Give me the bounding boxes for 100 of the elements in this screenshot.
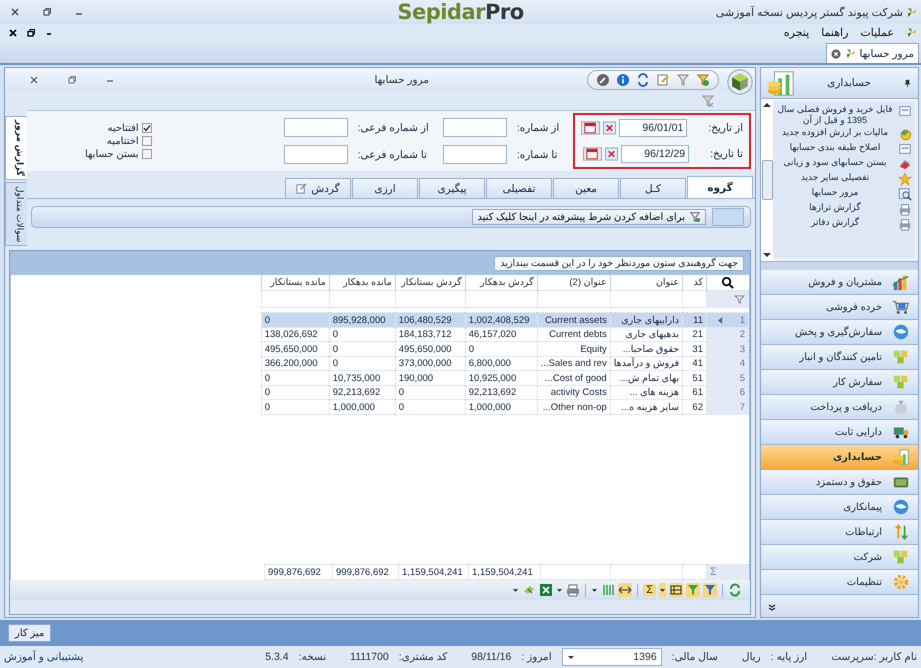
- calendar-icon[interactable]: [581, 121, 600, 135]
- year-dropdown[interactable]: 1396: [562, 648, 662, 666]
- add-filter-icon[interactable]: [696, 73, 710, 87]
- field-label: از شماره:: [516, 122, 560, 134]
- column-header[interactable]: عنوان (2): [537, 275, 610, 291]
- nav-button[interactable]: تامین کنندگان و انبار: [761, 345, 918, 370]
- nav-button[interactable]: تنظیمات: [761, 570, 918, 595]
- input-field[interactable]: [284, 145, 348, 164]
- table-cell: 0: [398, 402, 404, 413]
- sidebar-link[interactable]: تفصیلی سایر جدید: [776, 172, 912, 186]
- column-header[interactable]: عنوان: [610, 275, 682, 291]
- nav-button[interactable]: سفارش‌گیری و پخش: [761, 320, 918, 345]
- chevron-icon[interactable]: [767, 603, 777, 613]
- nav-button[interactable]: مشتریان و فروش: [761, 270, 918, 295]
- date-field[interactable]: 96/12/29: [621, 145, 690, 163]
- refresh-icon[interactable]: [728, 583, 742, 597]
- restore-icon[interactable]: [42, 7, 52, 17]
- input-field[interactable]: [442, 145, 507, 164]
- clear-icon[interactable]: [605, 147, 618, 161]
- restore-icon[interactable]: [26, 28, 36, 38]
- nav-button[interactable]: حسابداری: [761, 445, 918, 470]
- tab[interactable]: گردش: [285, 178, 351, 198]
- list-icon[interactable]: [669, 583, 683, 597]
- spreadsheet-icon[interactable]: [539, 583, 554, 597]
- sidebar-link[interactable]: گزارش دفاتر: [776, 217, 912, 231]
- close-icon[interactable]: [10, 7, 20, 17]
- checkbox-label: افتتاحیه: [108, 122, 139, 134]
- tab[interactable]: پیگیری: [419, 178, 485, 198]
- tab[interactable]: معین: [553, 178, 619, 198]
- clear-icon[interactable]: [603, 121, 616, 135]
- checkbox[interactable]: [142, 149, 152, 159]
- table-cell: 495,650,000: [398, 344, 452, 355]
- sidebar-link[interactable]: بستن حسابهای سود و زیانی: [776, 157, 912, 171]
- calendar-icon[interactable]: [583, 147, 602, 161]
- sidebar-link[interactable]: مرور حسابها: [776, 187, 912, 201]
- input-field[interactable]: [442, 118, 507, 137]
- export-icon[interactable]: [522, 583, 536, 597]
- nav-button[interactable]: خرده فروشی: [761, 295, 918, 320]
- scrollbar[interactable]: [761, 99, 773, 261]
- tab[interactable]: کـل: [620, 178, 686, 198]
- column-header[interactable]: مانده بدهکار: [329, 275, 396, 291]
- sidebar-link[interactable]: فایل خرید و فروش فصلی سال 1395 و قبل از آن: [776, 104, 912, 126]
- close-icon[interactable]: [8, 28, 18, 38]
- search-icon[interactable]: [721, 276, 734, 290]
- help-icon[interactable]: [616, 73, 630, 87]
- nav-button[interactable]: سفارش کار: [761, 370, 918, 395]
- sidebar-link[interactable]: اصلاح طبقه بندی حسابها: [776, 142, 912, 156]
- column-header[interactable]: گردش بدهکار: [465, 275, 538, 291]
- column-header[interactable]: مانده بستانکار: [261, 275, 330, 291]
- menu-item[interactable]: پنجره: [784, 26, 810, 39]
- tab[interactable]: تفصیلی: [486, 178, 552, 198]
- advanced-filter-button[interactable]: برای اضافه کردن شرط پیشرفته در اینجا کلیک کنید: [472, 209, 706, 225]
- up-arrow-icon[interactable]: [763, 102, 771, 108]
- wrench-icon[interactable]: [596, 73, 610, 87]
- filter-icon[interactable]: [703, 583, 717, 597]
- table-cell: 10,925,000: [468, 372, 516, 384]
- input-field[interactable]: [284, 118, 348, 137]
- sum-symbol: Σ: [710, 566, 717, 578]
- nav-button[interactable]: شرکت: [761, 545, 918, 570]
- tab[interactable]: ارزی: [352, 178, 418, 198]
- date-field[interactable]: 96/01/01: [619, 119, 688, 137]
- side-tab[interactable]: گزارش مرور: [5, 116, 27, 180]
- leaf-icon: [906, 6, 917, 18]
- checkbox[interactable]: [142, 136, 152, 146]
- checkbox[interactable]: [142, 123, 152, 133]
- table-cell: 895,928,000: [332, 314, 386, 326]
- caret-icon[interactable]: [659, 583, 666, 597]
- sync-icon[interactable]: [636, 73, 650, 87]
- cubes-icon: [892, 348, 910, 366]
- document-tab[interactable]: مرور حسابها: [826, 43, 919, 63]
- sidebar-link[interactable]: مالیات بر ارزش افزوده جدید: [776, 127, 912, 141]
- field-label: از شماره فرعی:: [358, 122, 429, 134]
- side-tab[interactable]: سوالات متداول: [5, 182, 27, 246]
- column-header[interactable]: گردش بستانکار: [395, 275, 466, 291]
- support-link[interactable]: پشتیبانی و آموزش: [4, 651, 84, 663]
- printer-icon[interactable]: [566, 583, 580, 597]
- down-arrow-icon[interactable]: [763, 252, 771, 258]
- tab[interactable]: گروه: [687, 176, 753, 198]
- resize-icon[interactable]: [618, 583, 632, 597]
- nav-button[interactable]: ارتباطات: [761, 520, 918, 545]
- menu-item[interactable]: راهنما: [821, 26, 848, 39]
- nav-button[interactable]: حقوق و دستمزد: [761, 470, 918, 495]
- checkbox-label: بستن حسابها: [85, 148, 139, 160]
- edit-icon[interactable]: [656, 73, 670, 87]
- nav-button[interactable]: دریافت و پرداخت: [761, 395, 918, 420]
- filter-icon[interactable]: [676, 73, 690, 87]
- nav-button[interactable]: دارایی ثابت: [761, 420, 918, 445]
- sum-button[interactable]: Σ: [643, 584, 656, 596]
- filter-icon[interactable]: [734, 294, 745, 304]
- input-field[interactable]: [712, 208, 744, 226]
- close-icon[interactable]: [29, 75, 39, 85]
- column-header[interactable]: [706, 275, 748, 291]
- scroll-thumb[interactable]: [762, 160, 772, 200]
- pin-icon[interactable]: [903, 78, 912, 88]
- table-cell: 0: [264, 314, 270, 326]
- menu-item[interactable]: عملیات: [860, 26, 894, 39]
- column-header[interactable]: کد: [682, 275, 706, 291]
- sidebar-link[interactable]: گزارش ترازها: [776, 202, 912, 216]
- nav-button[interactable]: پیمانکاری: [761, 495, 918, 520]
- desktop-button[interactable]: میز کار: [8, 624, 52, 642]
